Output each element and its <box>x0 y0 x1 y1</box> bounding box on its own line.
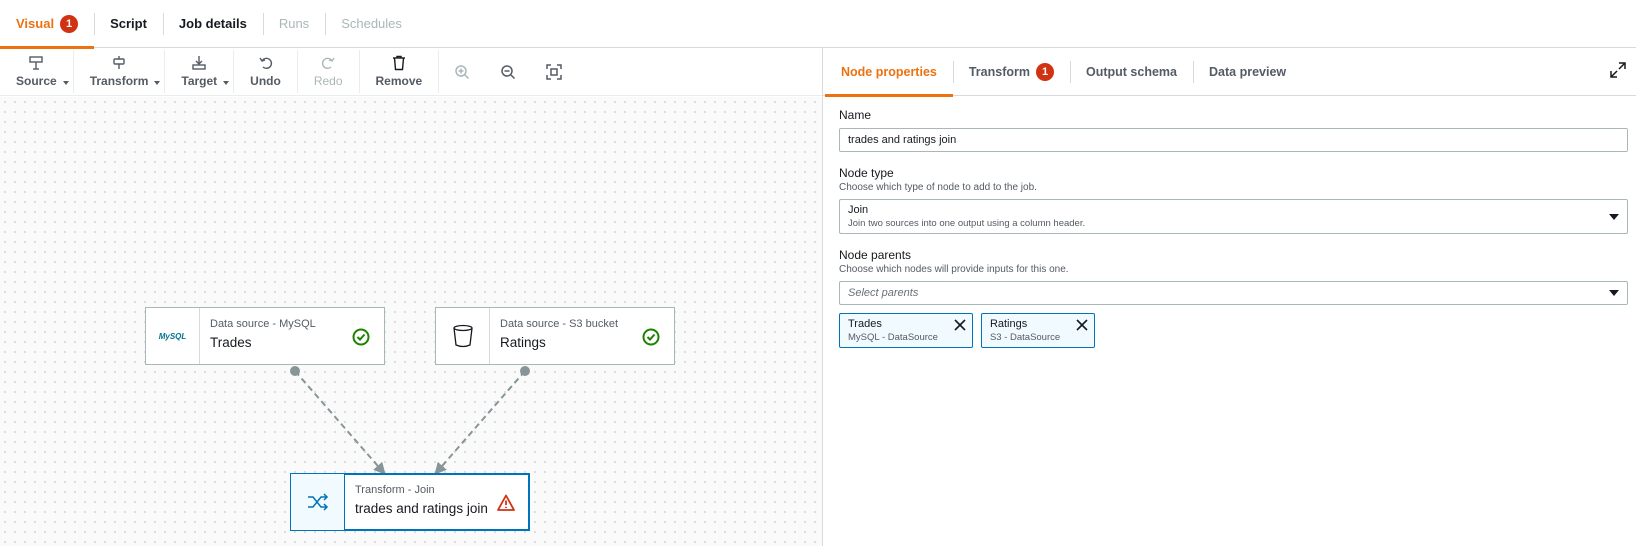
panel-tabs: Node properties Transform 1 Output schem… <box>823 48 1636 97</box>
source-button[interactable]: Source <box>0 48 73 95</box>
mysql-logo-icon: MySQL <box>158 331 187 341</box>
node-ratings[interactable]: Data source - S3 bucket Ratings <box>435 307 675 365</box>
tab-visual[interactable]: Visual 1 <box>0 0 95 49</box>
target-icon <box>192 56 206 70</box>
check-circle-icon <box>642 328 660 346</box>
connector-dot[interactable] <box>290 366 300 376</box>
canvas-toolbar: Source Transform Target Undo Redo Remove <box>0 48 822 96</box>
tab-visual-badge: 1 <box>60 14 79 33</box>
node-parents-field-group: Node parents Choose which nodes will pro… <box>839 248 1628 348</box>
tab-node-properties-label: Node properties <box>841 64 937 79</box>
node-trades[interactable]: MySQL Data source - MySQL Trades <box>145 307 385 365</box>
warning-icon <box>497 494 515 511</box>
node-join-icon-box <box>291 474 345 530</box>
tab-transform-label: Transform <box>968 64 1030 79</box>
zoom-in-button[interactable] <box>439 48 485 95</box>
node-join[interactable]: Transform - Join trades and ratings join <box>290 473 530 531</box>
edge-ratings-to-join[interactable] <box>434 366 530 475</box>
caret-down-icon <box>1609 290 1619 296</box>
zoom-in-icon <box>455 64 470 79</box>
name-field-group: Name trades and ratings join <box>839 108 1628 152</box>
remove-button[interactable]: Remove <box>360 48 439 95</box>
node-ratings-body: Data source - S3 bucket Ratings <box>490 308 674 364</box>
undo-button[interactable]: Undo <box>234 48 297 95</box>
visual-canvas[interactable]: MySQL Data source - MySQL Trades Data so… <box>0 97 822 546</box>
tab-schedules[interactable]: Schedules <box>325 0 418 48</box>
node-type-selected-value: Join <box>848 204 869 216</box>
node-parents-placeholder: Select parents <box>848 287 919 299</box>
name-label: Name <box>839 108 872 122</box>
node-type-field-group: Node type Choose which type of node to a… <box>839 166 1628 234</box>
source-icon <box>29 56 44 70</box>
transform-icon <box>113 56 125 69</box>
tab-script-label: Script <box>110 16 147 31</box>
shuffle-join-icon <box>307 493 328 511</box>
node-type-selected-description: Join two sources into one output using a… <box>848 218 1086 229</box>
zoom-out-button[interactable] <box>485 48 531 95</box>
node-parents-description: Choose which nodes will provide inputs f… <box>839 264 1069 275</box>
tab-data-preview[interactable]: Data preview <box>1193 48 1302 96</box>
tab-schedules-label: Schedules <box>341 16 402 31</box>
tab-output-schema-label: Output schema <box>1086 64 1177 79</box>
node-parents-label: Node parents <box>839 248 912 262</box>
s3-bucket-icon <box>452 324 473 348</box>
node-trades-icon-box: MySQL <box>146 308 200 364</box>
tab-output-schema[interactable]: Output schema <box>1070 48 1193 96</box>
node-type-description: Choose which type of node to add to the … <box>839 182 1037 193</box>
tab-script[interactable]: Script <box>94 0 163 48</box>
tab-transform-badge: 1 <box>1036 62 1054 81</box>
caret-down-icon <box>1609 213 1619 220</box>
top-tabs: Visual 1 Script Job details Runs Schedul… <box>0 0 1636 49</box>
node-ratings-icon-box <box>436 308 490 364</box>
transform-button[interactable]: Transform <box>74 48 165 95</box>
chevron-down-icon <box>62 81 69 85</box>
redo-icon <box>322 57 335 70</box>
tab-job-details[interactable]: Job details <box>162 0 263 48</box>
parent-token-name: Trades <box>848 318 882 330</box>
node-details-panel: Node properties Transform 1 Output schem… <box>823 48 1636 546</box>
name-input[interactable]: trades and ratings join <box>839 128 1628 152</box>
chevron-down-icon <box>154 81 161 85</box>
parent-token-type: S3 - DataSource <box>989 332 1061 343</box>
node-properties-form: Name trades and ratings join Node type C… <box>823 96 1636 348</box>
undo-label: Undo <box>250 74 281 88</box>
parent-token-ratings: Ratings S3 - DataSource <box>980 313 1096 348</box>
selected-parents-tokens: Trades MySQL - DataSource Ratings S3 - D… <box>839 313 1628 348</box>
connector-dot[interactable] <box>520 366 530 376</box>
node-type-select[interactable]: Join Join two sources into one output us… <box>839 199 1628 234</box>
fit-to-screen-button[interactable] <box>531 48 577 95</box>
tab-data-preview-label: Data preview <box>1209 64 1287 79</box>
node-trades-body: Data source - MySQL Trades <box>200 308 384 364</box>
tab-runs-label: Runs <box>278 16 310 31</box>
tab-visual-label: Visual <box>16 16 55 31</box>
tab-node-properties[interactable]: Node properties <box>825 48 953 97</box>
remove-label: Remove <box>375 74 423 88</box>
transform-label: Transform <box>89 74 149 88</box>
parent-token-name: Ratings <box>989 318 1028 330</box>
parent-token-type: MySQL - DataSource <box>848 332 938 343</box>
node-type-label: Node type <box>839 166 894 180</box>
tab-transform[interactable]: Transform 1 <box>952 48 1070 96</box>
chevron-down-icon <box>223 81 230 85</box>
trash-icon <box>392 55 405 71</box>
target-button[interactable]: Target <box>165 48 233 95</box>
tab-runs[interactable]: Runs <box>262 0 325 48</box>
target-label: Target <box>181 74 218 88</box>
node-join-body: Transform - Join trades and ratings join <box>345 474 529 530</box>
fit-screen-icon <box>546 63 562 80</box>
edge-trades-to-join[interactable] <box>290 366 386 475</box>
redo-label: Redo <box>313 74 343 88</box>
source-label: Source <box>16 74 57 88</box>
zoom-out-icon <box>501 64 516 79</box>
close-icon[interactable] <box>954 319 966 331</box>
parent-token-trades: Trades MySQL - DataSource <box>839 313 973 348</box>
expand-icon[interactable] <box>1610 62 1626 78</box>
tab-job-details-label: Job details <box>178 16 247 31</box>
undo-icon <box>258 57 272 70</box>
node-parents-select[interactable]: Select parents <box>839 281 1628 305</box>
check-circle-icon <box>352 328 370 346</box>
redo-button[interactable]: Redo <box>298 48 359 95</box>
close-icon[interactable] <box>1076 319 1088 331</box>
